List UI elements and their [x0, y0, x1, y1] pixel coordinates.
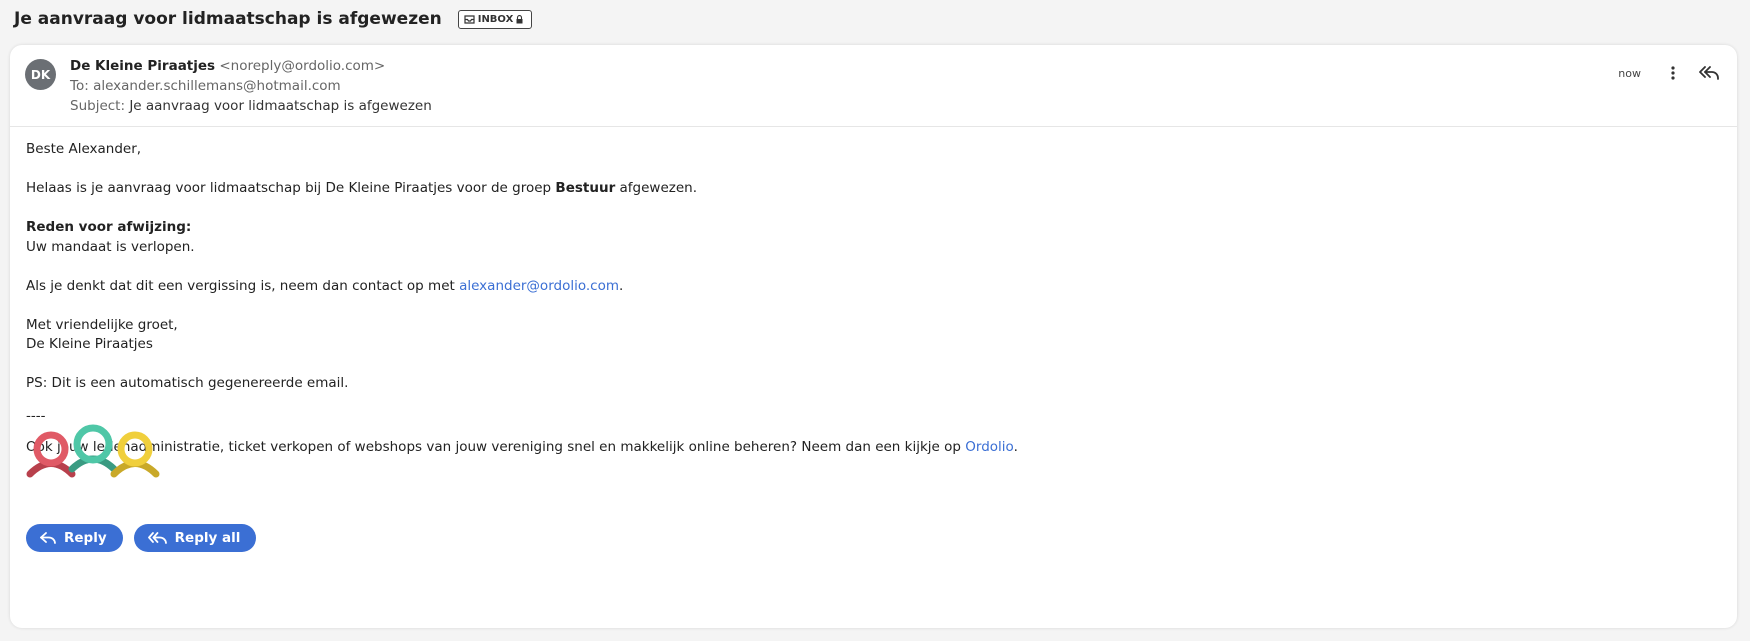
- folder-badge[interactable]: INBOX: [457, 9, 533, 29]
- ordolio-logo: [26, 424, 160, 478]
- sender-address: <noreply@ordolio.com>: [219, 58, 386, 74]
- reason-paragraph: Reden voor afwijzing: Uw mandaat is verlo…: [26, 218, 1717, 257]
- timestamp: now: [1618, 66, 1641, 80]
- to-label: To:: [70, 78, 89, 94]
- subject-value: Je aanvraag voor lidmaatschap is afgewez…: [129, 98, 432, 114]
- to-line: To: alexander.schillemans@hotmail.com: [70, 76, 432, 96]
- contact-email-link[interactable]: alexander@ordolio.com: [459, 278, 619, 294]
- separator: ----: [26, 408, 46, 424]
- subject-label: Subject:: [70, 98, 126, 114]
- subject-line: Subject: Je aanvraag voor lidmaatschap i…: [70, 96, 432, 116]
- rejection-text-start: Helaas is je aanvraag voor lidmaatschap …: [26, 180, 556, 196]
- reply-all-icon: [147, 532, 167, 544]
- closing: Met vriendelijke groet,: [26, 316, 178, 333]
- kebab-menu-icon[interactable]: [1663, 62, 1683, 84]
- contact-text: Als je denkt dat dit een vergissing is, …: [26, 277, 460, 294]
- ps-note: PS: Dit is een automatisch gegenereerde …: [26, 375, 349, 391]
- reply-icon: [40, 532, 56, 544]
- contact-text-end: .: [618, 277, 624, 294]
- email-title-bar: Je aanvraag voor lidmaatschap is afgewez…: [14, 6, 533, 32]
- reply-button[interactable]: Reply: [26, 524, 123, 552]
- reply-actions: Reply Reply all: [26, 524, 267, 552]
- to-value: alexander.schillemans@hotmail.com: [93, 78, 341, 94]
- promo-text-end: .: [1013, 438, 1018, 455]
- rejection-text-end: afgewezen.: [615, 180, 698, 196]
- greeting: Beste Alexander,: [26, 141, 142, 157]
- reply-all-button[interactable]: Reply all: [133, 524, 257, 552]
- header-actions: now: [1618, 62, 1721, 84]
- group-name: Bestuur: [555, 180, 616, 196]
- lock-icon: [516, 14, 523, 23]
- email-meta: De Kleine Piraatjes <noreply@ordolio.com…: [70, 56, 432, 116]
- email-header: DK De Kleine Piraatjes <noreply@ordolio.…: [10, 45, 1737, 127]
- promo-paragraph: Ook jouw ledenadministratie, ticket verk…: [26, 438, 1717, 458]
- promo-text: Ook jouw ledenadministratie, ticket verk…: [26, 438, 966, 455]
- reply-all-icon[interactable]: [1697, 62, 1721, 84]
- reply-button-label: Reply: [64, 530, 107, 546]
- email-body: Beste Alexander, Helaas is je aanvraag v…: [26, 140, 1717, 477]
- sender-name: De Kleine Piraatjes: [70, 58, 216, 74]
- email-subject-title: Je aanvraag voor lidmaatschap is afgewez…: [14, 9, 442, 29]
- reason-heading: Reden voor afwijzing:: [26, 219, 192, 235]
- from-line: De Kleine Piraatjes <noreply@ordolio.com…: [70, 56, 432, 76]
- reason-text: Uw mandaat is verlopen.: [26, 238, 195, 255]
- inbox-tray-icon: [464, 14, 475, 24]
- contact-paragraph: Als je denkt dat dit een vergissing is, …: [26, 277, 1717, 297]
- signature: De Kleine Piraatjes: [26, 336, 153, 352]
- email-card: DK De Kleine Piraatjes <noreply@ordolio.…: [10, 45, 1737, 628]
- folder-badge-label: INBOX: [477, 13, 514, 25]
- reply-all-button-label: Reply all: [174, 530, 241, 546]
- ordolio-link[interactable]: Ordolio: [965, 439, 1013, 455]
- avatar: DK: [25, 59, 56, 90]
- closing-paragraph: Met vriendelijke groet, De Kleine Piraatj…: [26, 316, 1717, 355]
- rejection-paragraph: Helaas is je aanvraag voor lidmaatschap …: [26, 179, 1717, 199]
